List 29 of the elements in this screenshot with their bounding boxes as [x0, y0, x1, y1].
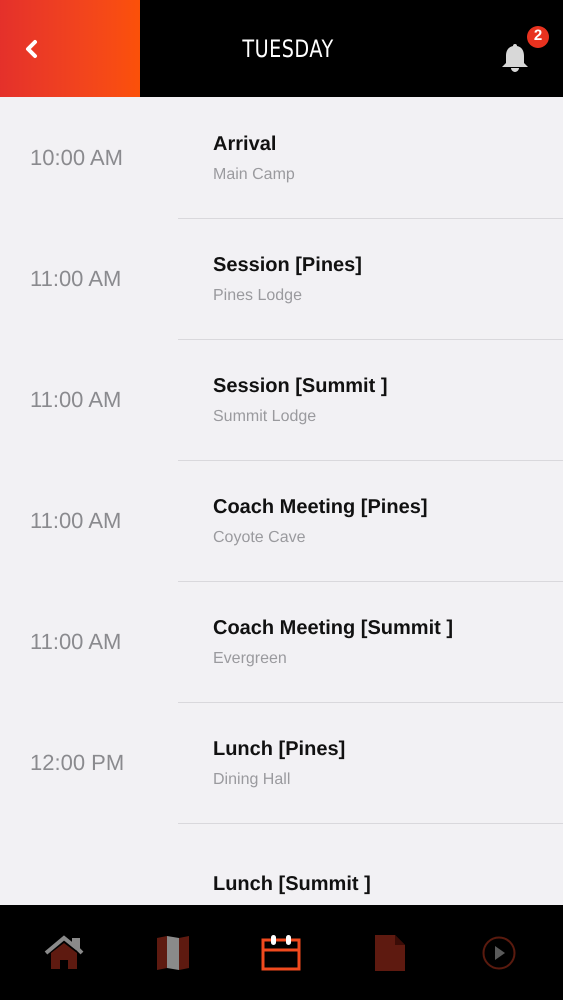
- event-time: 10:00 AM: [29, 144, 124, 172]
- event-location: Pines Lodge: [213, 286, 303, 306]
- event-location: Dining Hall: [213, 770, 292, 790]
- event-time: 12:00 PM: [29, 749, 126, 777]
- document-icon: [375, 934, 406, 970]
- notification-button[interactable]: 2: [497, 26, 549, 72]
- event-time: 11:00 AM: [29, 386, 122, 414]
- event-title[interactable]: Lunch [Pines]: [213, 734, 346, 764]
- event-time: 11:00 AM: [29, 507, 122, 535]
- home-icon: [43, 934, 86, 970]
- event-title[interactable]: Arrival: [213, 128, 295, 158]
- event-location: Evergreen: [213, 648, 288, 668]
- calendar-icon: [261, 934, 302, 970]
- event-title[interactable]: Session [Pines]: [213, 250, 362, 280]
- map-icon: [154, 936, 191, 970]
- event-title[interactable]: Coach Meeting [Summit ]: [213, 612, 454, 642]
- event-time: 11:00 AM: [29, 628, 122, 656]
- event-title[interactable]: Lunch [Summit ]: [213, 868, 371, 898]
- event-location: Main Camp: [213, 164, 295, 184]
- back-icon: [24, 38, 38, 58]
- event-location: Coyote Cave: [213, 528, 306, 548]
- event-location: Summit Lodge: [213, 406, 318, 426]
- bell-icon: [501, 42, 529, 72]
- screen-title: TUESDAY: [242, 34, 334, 64]
- event-time: 11:00 AM: [29, 265, 122, 293]
- event-title[interactable]: Coach Meeting [Pines]: [213, 492, 428, 522]
- notification-badge: 2: [527, 26, 549, 48]
- event-title[interactable]: Session [Summit ]: [213, 370, 388, 400]
- play-icon: [482, 936, 516, 970]
